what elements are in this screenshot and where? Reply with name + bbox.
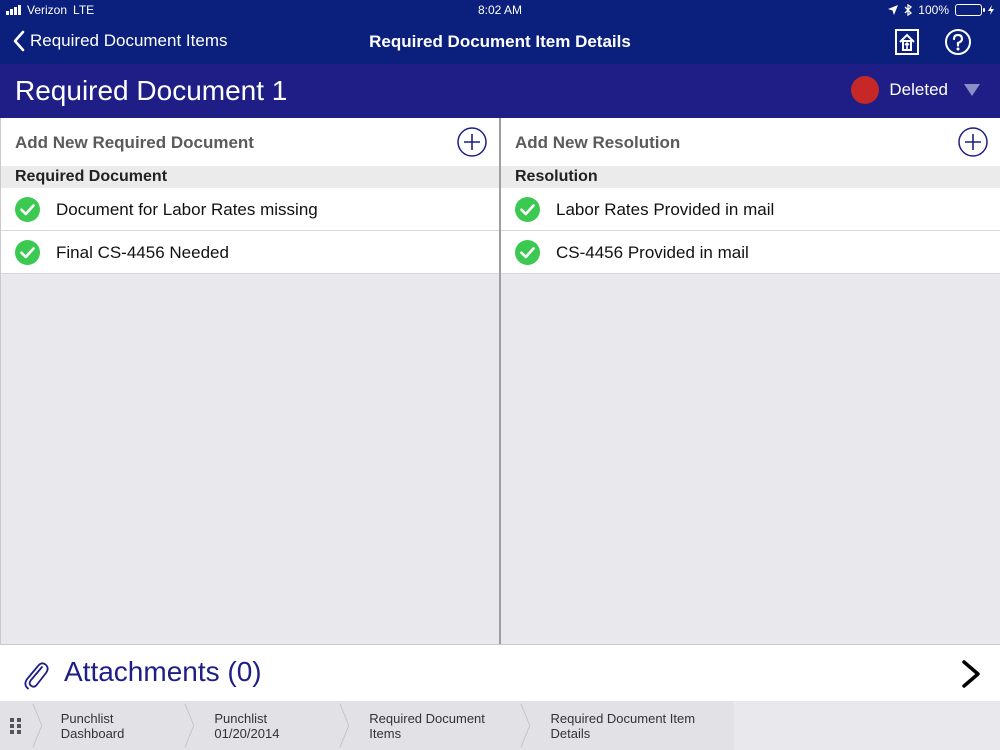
- breadcrumb-separator-icon: [32, 703, 43, 748]
- breadcrumb: Punchlist Dashboard Punchlist 01/20/2014…: [0, 701, 734, 750]
- list-item[interactable]: Document for Labor Rates missing: [1, 188, 499, 231]
- status-right: 100%: [888, 3, 994, 17]
- page-title: Required Document 1: [15, 75, 288, 106]
- paperclip-icon: [24, 662, 49, 690]
- add-required-document-row[interactable]: Add New Required Document: [1, 118, 499, 166]
- check-circle-icon: [15, 240, 40, 265]
- chevron-left-icon: [13, 30, 25, 52]
- back-button-label: Required Document Items: [30, 31, 228, 50]
- caret-down-icon: [964, 84, 980, 96]
- list-item[interactable]: Final CS-4456 Needed: [1, 231, 499, 274]
- add-resolution-row[interactable]: Add New Resolution: [501, 118, 1000, 166]
- apps-grid-button[interactable]: [0, 701, 32, 750]
- add-circle-icon[interactable]: [958, 127, 988, 157]
- list-item-label: Labor Rates Provided in mail: [556, 200, 775, 219]
- check-circle-icon: [515, 240, 540, 265]
- status-dropdown-label: Deleted: [889, 80, 948, 99]
- add-resolution-label: Add New Resolution: [515, 133, 681, 152]
- breadcrumb-separator-icon: [339, 703, 349, 748]
- location-icon: [888, 5, 899, 15]
- add-circle-icon[interactable]: [457, 127, 487, 157]
- help-button[interactable]: [944, 28, 972, 56]
- required-documents-panel: Add New Required Document Required Docum…: [0, 118, 499, 644]
- charging-icon: [988, 5, 994, 15]
- list-item[interactable]: Labor Rates Provided in mail: [501, 188, 1000, 231]
- help-icon: [945, 29, 971, 55]
- check-circle-icon: [515, 197, 540, 222]
- status-indicator-dot: [851, 76, 880, 104]
- list-item-label: CS-4456 Provided in mail: [556, 243, 749, 262]
- breadcrumb-item-current: Required Document Item Details: [550, 710, 696, 741]
- chevron-right-icon: [962, 660, 980, 688]
- grid-icon: [10, 717, 22, 734]
- attachments-row[interactable]: Attachments (0): [0, 644, 1000, 701]
- navigation-bar: Required Document Items Required Documen…: [0, 22, 1000, 64]
- attachments-label: Attachments (0): [64, 656, 262, 687]
- check-circle-icon: [15, 197, 40, 222]
- breadcrumb-separator-icon: [184, 703, 194, 748]
- home-upload-button[interactable]: [894, 28, 922, 56]
- breadcrumb-item[interactable]: Required Document Items: [349, 701, 520, 750]
- breadcrumb-separator-icon: [520, 703, 531, 748]
- status-bar: Verizon LTE 8:02 AM 100%: [0, 0, 1000, 22]
- list-item-label: Final CS-4456 Needed: [56, 243, 229, 262]
- top-bar: Verizon LTE 8:02 AM 100% Required Docume…: [0, 0, 1000, 64]
- add-required-document-label: Add New Required Document: [15, 133, 254, 152]
- document-header: Required Document 1 Deleted: [0, 64, 1000, 118]
- breadcrumb-item[interactable]: Punchlist Dashboard: [43, 701, 184, 750]
- battery-icon: [955, 4, 985, 16]
- battery-percent: 100%: [918, 3, 949, 17]
- list-item[interactable]: CS-4456 Provided in mail: [501, 231, 1000, 274]
- resolutions-panel: Add New Resolution Resolution Labor Rate…: [501, 118, 1000, 644]
- back-button[interactable]: Required Document Items: [12, 30, 227, 52]
- status-time: 8:02 AM: [477, 3, 523, 17]
- section-header: Required Document: [1, 166, 499, 188]
- breadcrumb-item[interactable]: Punchlist 01/20/2014: [194, 701, 338, 750]
- home-upload-icon: [895, 29, 919, 55]
- bluetooth-icon: [904, 4, 913, 16]
- list-item-label: Document for Labor Rates missing: [56, 200, 318, 219]
- status-dropdown[interactable]: Deleted: [851, 76, 980, 104]
- section-header: Resolution: [501, 166, 1000, 188]
